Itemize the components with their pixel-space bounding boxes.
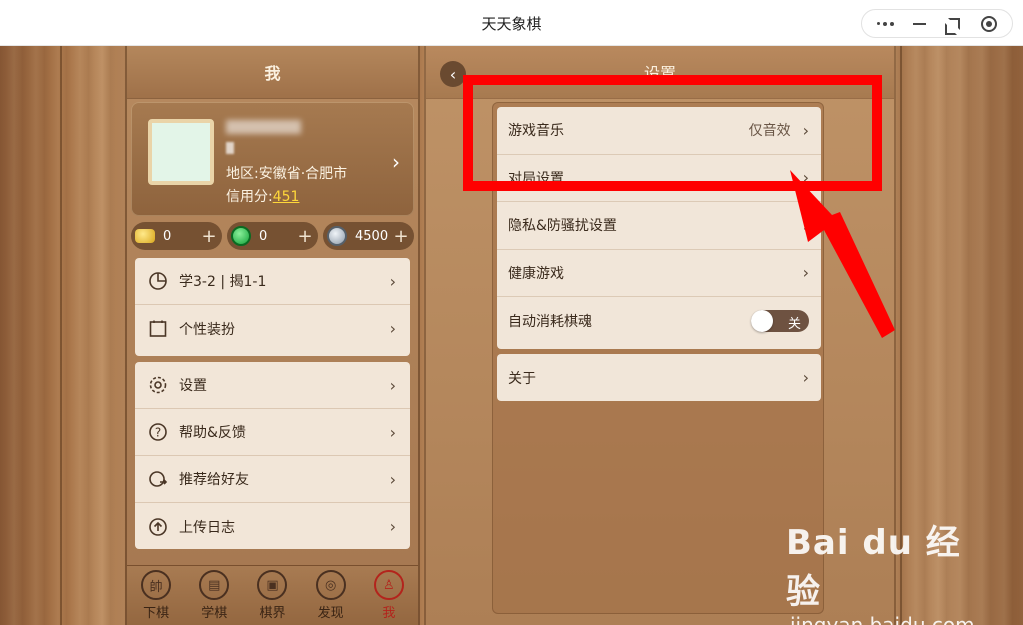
menu-item-label: 上传日志 (179, 519, 235, 536)
book-icon: ▤ (199, 570, 230, 600)
menu-item-label: 帮助&反馈 (179, 425, 246, 441)
svg-text:?: ? (155, 426, 161, 440)
currency-green: 0 + (227, 222, 318, 250)
profile-region: 地区:安徽省·合肥市 (226, 166, 348, 182)
profile-card[interactable]: 地区:安徽省·合肥市 信用分:451 › (131, 102, 414, 216)
more-icon[interactable] (874, 13, 896, 35)
nav-me[interactable]: ♙ 我 (364, 570, 414, 621)
blurred-id (226, 142, 234, 154)
setting-label: 健康游戏 (508, 265, 564, 282)
gear-icon (147, 374, 169, 396)
chevron-right-icon: › (389, 375, 396, 395)
menu-item-decoration[interactable]: 个性装扮 › (135, 305, 410, 352)
bottom-nav: 帥 下棋 ▤ 学棋 ▣ 棋界 ◎ 发现 ♙ 我 (127, 565, 418, 625)
help-icon: ? (147, 421, 169, 443)
chevron-right-icon: › (389, 319, 396, 338)
menu-item-help[interactable]: ? 帮助&反馈 › (135, 409, 410, 456)
add-icon[interactable]: + (392, 226, 410, 247)
share-icon (147, 468, 169, 490)
nav-label: 我 (382, 606, 396, 621)
me-panel-title: 我 (127, 46, 418, 99)
avatar[interactable] (148, 119, 214, 185)
settings-menu-about: 关于 › (497, 354, 821, 401)
profile-menu-bottom: 设置 › ? 帮助&反馈 › 推荐给好友 › 上传日志 › (135, 362, 410, 549)
setting-label: 隐私&防骚扰设置 (508, 218, 617, 235)
menu-item-settings[interactable]: 设置 › (135, 362, 410, 409)
currency-value: 4500 (355, 228, 389, 244)
annotation-arrow-icon (790, 170, 895, 338)
chevron-right-icon: › (389, 517, 396, 536)
user-icon: ♙ (373, 570, 404, 600)
silver-coin-icon (327, 226, 347, 246)
gold-ingot-icon (135, 229, 155, 243)
setting-label: 关于 (508, 370, 536, 387)
nav-label: 棋界 (259, 606, 286, 621)
minimize-icon[interactable] (909, 13, 931, 35)
chevron-right-icon: › (802, 368, 809, 388)
nav-learn[interactable]: ▤ 学棋 (189, 570, 239, 621)
baidu-watermark: Bai du 经验 jingyan.baidu.com (786, 515, 976, 625)
menu-item-share[interactable]: 推荐给好友 › (135, 456, 410, 503)
menu-item-label: 推荐给好友 (179, 472, 249, 488)
chevron-right-icon: › (389, 422, 396, 442)
shuai-icon: 帥 (141, 570, 172, 600)
setting-label: 自动消耗棋魂 (508, 313, 592, 330)
nav-label: 下棋 (143, 606, 170, 621)
watermark-brand: Bai du 经验 (786, 523, 961, 612)
restore-icon[interactable] (943, 13, 965, 35)
frame-icon (147, 318, 169, 340)
currency-value: 0 (163, 228, 172, 244)
setting-about[interactable]: 关于 › (497, 354, 821, 402)
nav-community[interactable]: ▣ 棋界 (247, 570, 297, 621)
window-controls (861, 9, 1013, 38)
compass-icon: ◎ (315, 570, 346, 600)
target-icon[interactable] (978, 13, 1000, 35)
menu-item-label: 个性装扮 (179, 321, 235, 338)
nav-label: 发现 (317, 606, 344, 621)
currency-bar: 0 + 0 + 4500 + (131, 222, 414, 252)
nav-discover[interactable]: ◎ 发现 (306, 570, 356, 621)
profile-credit: 信用分:451 (226, 186, 299, 206)
profile-menu-top: 学3-2 | 揭1-1 › 个性装扮 › (135, 258, 410, 356)
nav-play[interactable]: 帥 下棋 (131, 570, 181, 621)
currency-value: 0 (259, 228, 268, 244)
watermark-url: jingyan.baidu.com (790, 613, 975, 625)
chevron-right-icon[interactable]: › (392, 150, 400, 174)
currency-gold: 0 + (131, 222, 222, 250)
menu-item-label: 设置 (179, 378, 207, 394)
chevron-right-icon: › (389, 469, 396, 489)
upload-icon (147, 516, 169, 538)
currency-silver: 4500 + (323, 222, 414, 250)
add-icon[interactable]: + (296, 226, 314, 247)
blurred-username (226, 120, 301, 134)
credit-value[interactable]: 451 (273, 189, 300, 205)
green-coin-icon (231, 226, 251, 246)
me-panel: 我 地区:安徽省·合肥市 信用分:451 › 0 + 0 + 4500 + 学3… (125, 46, 420, 625)
nav-label: 学棋 (201, 606, 228, 621)
credit-label: 信用分: (226, 189, 273, 205)
menu-item-label: 学3-2 | 揭1-1 (179, 274, 267, 290)
window-titlebar: 天天象棋 (0, 0, 1023, 46)
menu-item-upload-log[interactable]: 上传日志 › (135, 503, 410, 550)
menu-item-level[interactable]: 学3-2 | 揭1-1 › (135, 258, 410, 305)
chevron-right-icon: › (389, 271, 396, 291)
add-icon[interactable]: + (200, 226, 218, 247)
chat-icon: ▣ (257, 570, 288, 600)
pie-chart-icon (147, 270, 169, 292)
